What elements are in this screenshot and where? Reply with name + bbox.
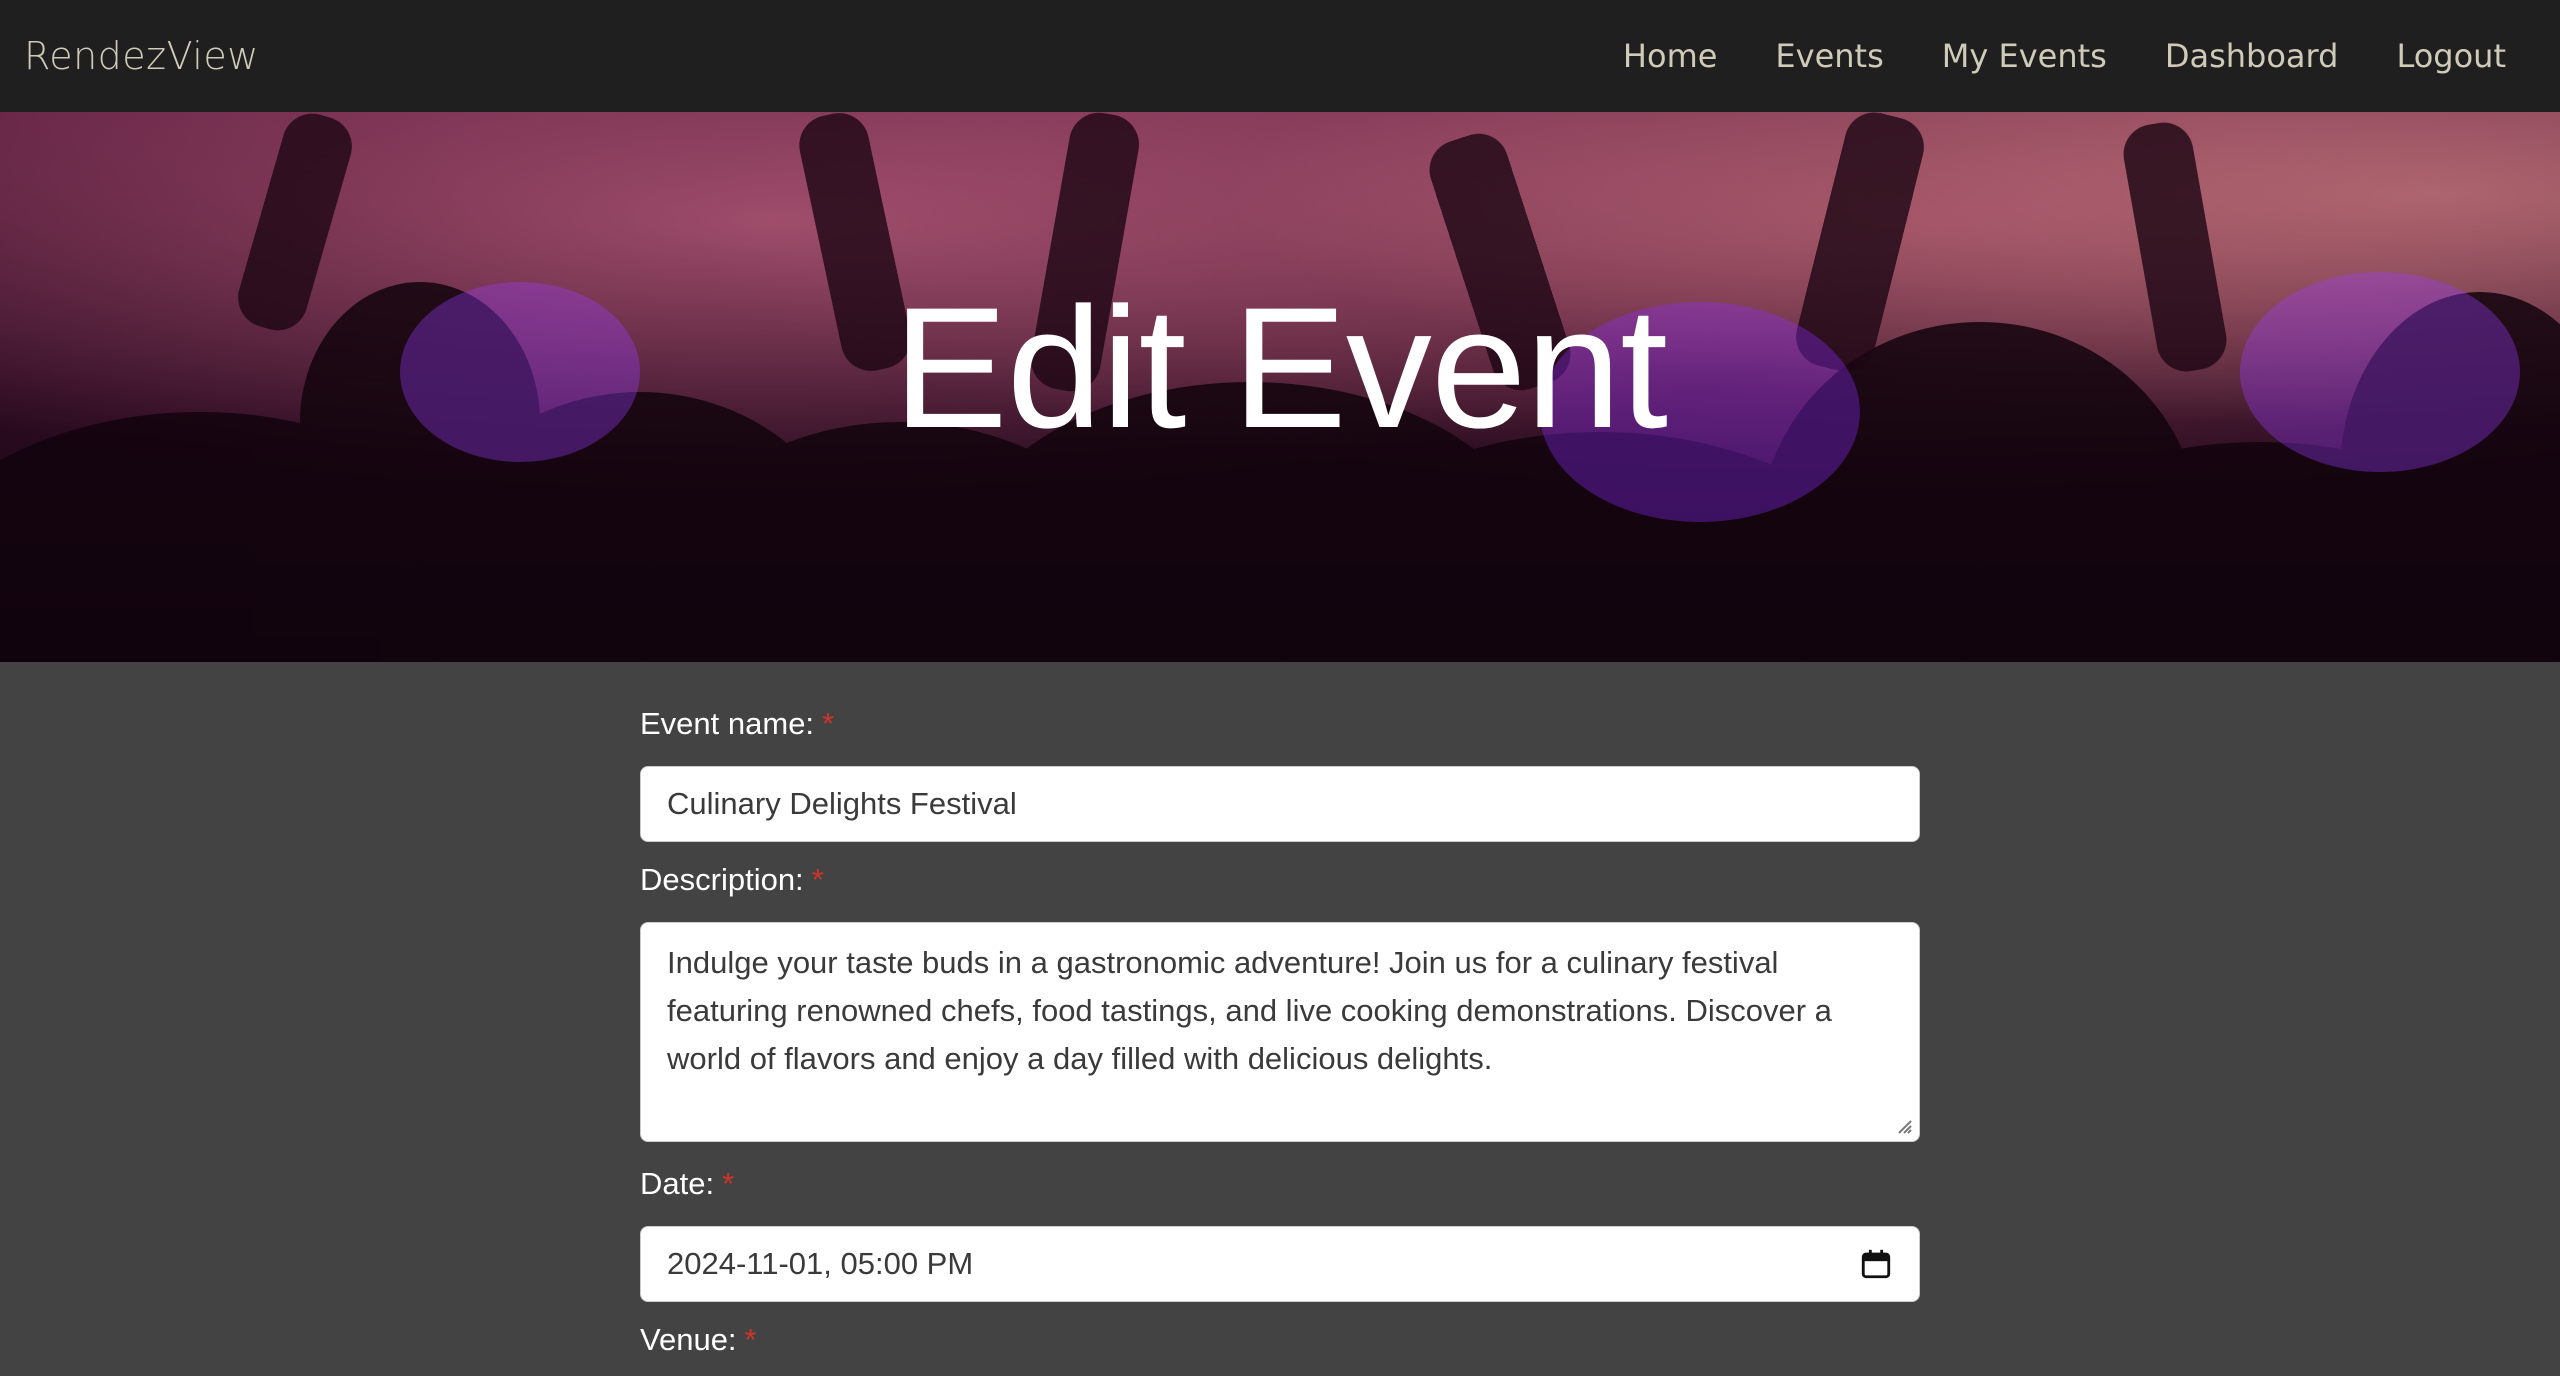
nav-events-link[interactable]: Events: [1775, 37, 1883, 75]
description-value: Indulge your taste buds in a gastronomic…: [667, 945, 1832, 1076]
date-label-text: Date:: [640, 1166, 715, 1201]
nav-links: Home Events My Events Dashboard Logout: [1623, 37, 2536, 75]
description-textarea[interactable]: Indulge your taste buds in a gastronomic…: [640, 922, 1920, 1142]
required-asterisk: *: [811, 862, 824, 897]
date-value: 2024-11-01, 05:00 PM: [667, 1246, 974, 1281]
page-title: Edit Event: [893, 272, 1668, 464]
description-label: Description: *: [640, 862, 1920, 898]
event-name-input[interactable]: Culinary Delights Festival: [640, 766, 1920, 842]
textarea-resize-icon[interactable]: [1895, 1117, 1913, 1135]
event-name-value: Culinary Delights Festival: [667, 786, 1017, 821]
nav-dashboard-link[interactable]: Dashboard: [2165, 37, 2339, 75]
nav-logout-link[interactable]: Logout: [2396, 37, 2506, 75]
edit-event-form: Event name: * Culinary Delights Festival…: [640, 706, 1920, 1376]
required-asterisk: *: [722, 1166, 735, 1201]
hero-banner: Edit Event: [0, 112, 2560, 662]
required-asterisk: *: [822, 706, 835, 741]
date-label: Date: *: [640, 1166, 1920, 1202]
calendar-icon[interactable]: [1859, 1247, 1893, 1281]
description-label-text: Description:: [640, 862, 804, 897]
date-input[interactable]: 2024-11-01, 05:00 PM: [640, 1226, 1920, 1302]
event-name-label-text: Event name:: [640, 706, 815, 741]
brand-logo-link[interactable]: RendezView: [24, 34, 259, 78]
navbar: RendezView Home Events My Events Dashboa…: [0, 0, 2560, 112]
required-asterisk: *: [744, 1322, 757, 1357]
nav-home-link[interactable]: Home: [1623, 37, 1718, 75]
event-name-label: Event name: *: [640, 706, 1920, 742]
nav-my-events-link[interactable]: My Events: [1942, 37, 2107, 75]
page: RendezView Home Events My Events Dashboa…: [0, 0, 2560, 1376]
venue-label: Venue: *: [640, 1322, 1920, 1358]
venue-label-text: Venue:: [640, 1322, 737, 1357]
